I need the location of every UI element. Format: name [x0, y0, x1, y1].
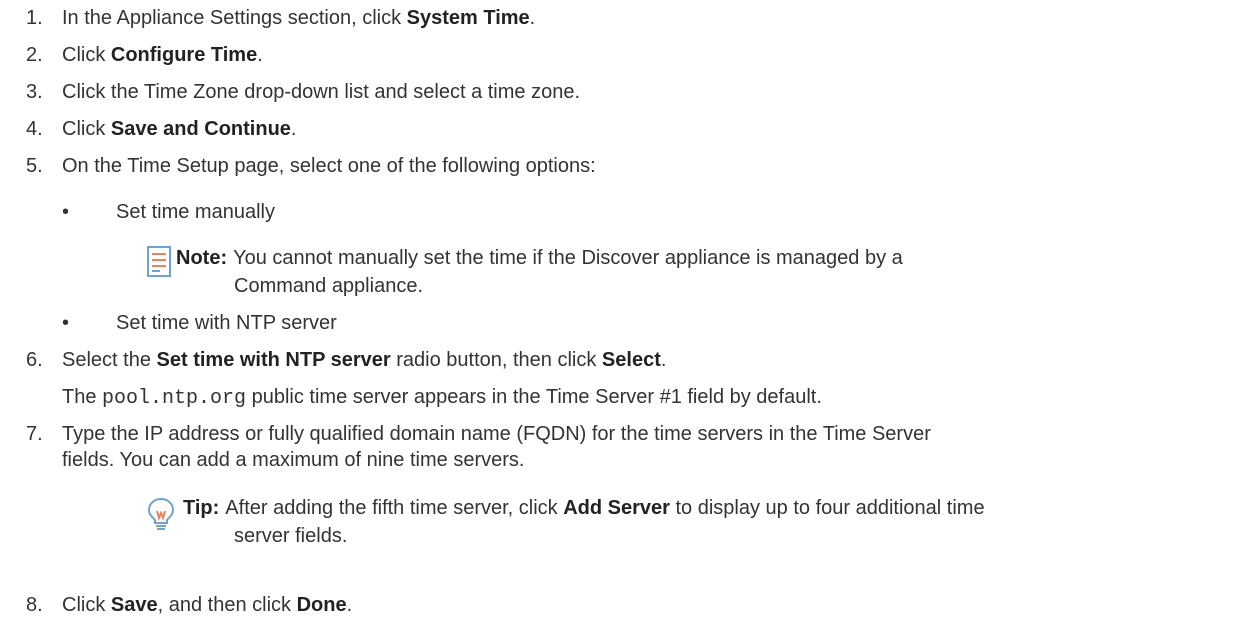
ui-term: Configure Time [110, 44, 258, 66]
punctuation: . [257, 44, 263, 66]
punctuation: . [529, 7, 536, 29]
step-text: radio button, then click [390, 349, 602, 371]
ui-term: Done [296, 594, 347, 616]
step-text: In the Appliance Settings section, click [62, 7, 407, 29]
tip-label: Tip: [183, 497, 220, 519]
ui-term: System Time [406, 7, 530, 29]
note-text-line2: Command appliance. [234, 275, 423, 297]
step-text: Click [62, 118, 111, 140]
step-8: 8. Click Save, and then click Done. [26, 592, 352, 618]
step-5: 5. On the Time Setup page, select one of … [26, 153, 596, 179]
step-1: 1. In the Appliance Settings section, cli… [26, 5, 535, 31]
bullet: • [62, 201, 70, 223]
note-icon [147, 246, 171, 277]
step-number: 5. [26, 155, 43, 177]
tip-text: to display up to four additional time [669, 497, 985, 519]
note-label: Note: [176, 247, 228, 269]
tip-callout: Tip: After adding the fifth time server, … [183, 495, 985, 521]
step-number: 4. [26, 118, 43, 140]
option-set-time-ntp: • Set time with NTP server [62, 310, 337, 336]
ui-term: Set time with NTP server [156, 349, 391, 371]
step-number: 2. [26, 44, 43, 66]
info-text: The [62, 386, 103, 408]
lightbulb-icon [147, 497, 175, 530]
step-text: Select the [62, 349, 157, 371]
option-set-time-manually: • Set time manually [62, 199, 275, 225]
step-6: 6. Select the Set time with NTP server ra… [26, 347, 666, 373]
option-label: Set time manually [116, 201, 275, 223]
tip-text: After adding the fifth time server, clic… [225, 497, 564, 519]
step-number: 1. [26, 7, 43, 29]
note-text-line1: You cannot manually set the time if the … [233, 247, 903, 269]
step-text: Click [62, 44, 111, 66]
ui-term: Add Server [563, 497, 670, 519]
ui-term: Select [601, 349, 661, 371]
step-7-line2: fields. You can add a maximum of nine ti… [62, 449, 525, 471]
tip-text-line2: server fields. [234, 525, 348, 547]
ui-term: Save [110, 594, 158, 616]
step-number: 6. [26, 349, 43, 371]
step-number: 8. [26, 594, 43, 616]
punctuation: . [346, 594, 353, 616]
step-4: 4. Click Save and Continue. [26, 116, 296, 142]
step-text: Type the IP address or fully qualified d… [62, 423, 931, 445]
punctuation: . [660, 349, 667, 371]
step-text: Click [62, 594, 111, 616]
ui-term: Save and Continue [110, 118, 291, 140]
instructions-page: 1. In the Appliance Settings section, cli… [0, 0, 1237, 632]
step-7: 7. Type the IP address or fully qualified… [26, 421, 931, 447]
step-text: Click the Time Zone drop-down list and s… [62, 81, 581, 103]
step-text: On the Time Setup page, select one of th… [62, 155, 596, 177]
step-6-info: The pool.ntp.org public time server appe… [62, 384, 822, 412]
option-label: Set time with NTP server [116, 312, 337, 334]
note-callout: Note: You cannot manually set the time if… [176, 245, 903, 271]
code-text: pool.ntp.org [102, 387, 247, 410]
punctuation: . [290, 118, 297, 140]
step-3: 3. Click the Time Zone drop-down list and… [26, 79, 580, 105]
step-number: 3. [26, 81, 43, 103]
step-number: 7. [26, 423, 43, 445]
info-text: public time server appears in the Time S… [246, 386, 822, 408]
bullet: • [62, 312, 70, 334]
step-2: 2. Click Configure Time. [26, 42, 263, 68]
step-text: , and then click [157, 594, 297, 616]
